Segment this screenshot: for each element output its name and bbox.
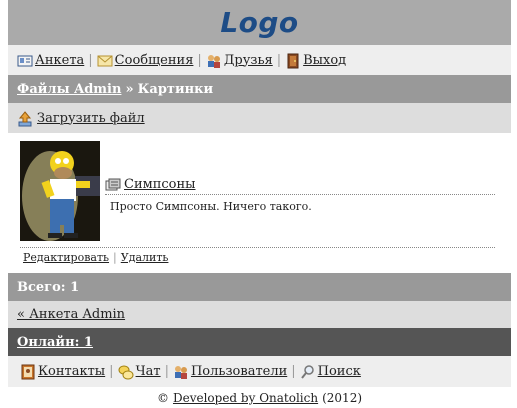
file-title-link[interactable]: Симпсоны (124, 177, 196, 192)
upload-bar: Загрузить файл (8, 103, 511, 133)
breadcrumb: Файлы Admin » Картинки (8, 75, 511, 103)
file-description: Просто Симпсоны. Ничего такого. (110, 200, 312, 213)
action-separator: | (113, 251, 117, 264)
nav-separator: | (197, 52, 202, 68)
copyright-symbol: © (156, 391, 169, 405)
back-bar: « Анкета Admin (8, 301, 511, 328)
page: Logo Анкета | Сообщения | Друзья | Выход… (8, 0, 511, 408)
divider (20, 247, 495, 248)
bottom-nav-item-contacts[interactable]: Контакты (20, 364, 105, 380)
total-count-bar: Всего: 1 (8, 273, 511, 301)
footer: © Developed by Onatolich (2012) (8, 388, 511, 408)
upload-icon (17, 110, 33, 126)
envelope-icon (97, 53, 113, 68)
site-logo[interactable]: Logo (220, 6, 298, 39)
file-thumbnail[interactable] (20, 141, 100, 241)
footer-year: (2012) (322, 391, 363, 405)
nav-separator: | (88, 52, 93, 68)
profile-card-icon (17, 53, 33, 68)
bottom-nav-item-search[interactable]: Поиск (300, 364, 361, 379)
bottom-nav-item-users[interactable]: Пользователи (173, 364, 287, 379)
exit-door-icon (285, 53, 301, 68)
nav-item-label[interactable]: Выход (303, 53, 346, 68)
breadcrumb-separator: » (125, 81, 134, 97)
upload-file-link[interactable]: Загрузить файл (37, 111, 145, 126)
nav-separator: | (291, 364, 296, 379)
edit-link[interactable]: Редактировать (23, 251, 109, 264)
developer-link[interactable]: Developed by Onatolich (173, 391, 318, 405)
contacts-book-icon (20, 364, 36, 380)
nav-item-logout[interactable]: Выход (285, 53, 346, 68)
back-to-profile-link[interactable]: « Анкета Admin (17, 307, 125, 322)
online-count-link[interactable]: Онлайн: 1 (17, 335, 93, 350)
bottom-nav-item-chat[interactable]: Чат (118, 364, 161, 380)
search-icon (300, 364, 316, 379)
breadcrumb-current: Картинки (137, 81, 214, 97)
nav-separator: | (164, 364, 169, 379)
nav-item-friends[interactable]: Друзья (206, 53, 273, 68)
online-bar: Онлайн: 1 (8, 328, 511, 356)
chat-bubbles-icon (118, 364, 134, 380)
nav-item-messages[interactable]: Сообщения (97, 53, 194, 68)
top-nav: Анкета | Сообщения | Друзья | Выход (8, 45, 511, 75)
nav-item-label[interactable]: Сообщения (115, 53, 194, 68)
delete-link[interactable]: Удалить (121, 251, 169, 264)
nav-item-label[interactable]: Анкета (35, 53, 84, 68)
file-actions: Редактировать | Удалить (23, 251, 168, 264)
nav-item-profile[interactable]: Анкета (17, 53, 84, 68)
image-gallery-icon (105, 177, 121, 192)
bottom-nav-label[interactable]: Контакты (38, 364, 105, 379)
nav-item-label[interactable]: Друзья (224, 53, 273, 68)
users-icon (173, 364, 189, 379)
nav-separator: | (276, 52, 282, 68)
file-entry: Симпсоны Просто Симпсоны. Ничего такого.… (8, 133, 511, 273)
bottom-nav-label[interactable]: Поиск (318, 364, 361, 379)
breadcrumb-link-files[interactable]: Файлы Admin (17, 82, 121, 97)
file-title-row: Симпсоны (105, 177, 495, 195)
header-bar: Logo (8, 0, 511, 45)
total-count: Всего: 1 (17, 279, 80, 295)
bottom-nav-label[interactable]: Пользователи (191, 364, 287, 379)
bottom-nav-label[interactable]: Чат (136, 364, 161, 379)
nav-separator: | (109, 364, 114, 379)
friends-icon (206, 53, 222, 68)
bottom-nav: Контакты | Чат | Пользователи | Поиск (8, 356, 511, 387)
